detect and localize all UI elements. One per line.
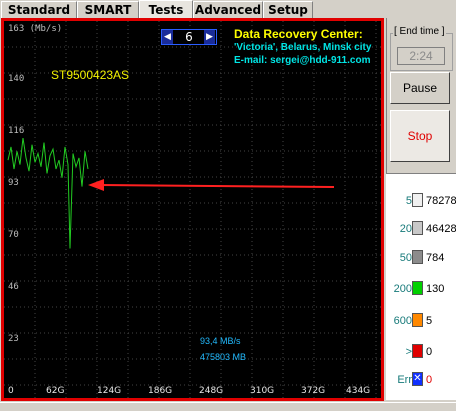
tab-setup[interactable]: Setup xyxy=(263,1,313,18)
block-stats-panel: 5 78278 20 46428 50 784 200 130 600 5 > … xyxy=(386,173,456,400)
y-label-93: 93 xyxy=(8,178,19,188)
spin-left-arrow-icon[interactable]: ◀ xyxy=(162,30,173,44)
tab-advanced[interactable]: Advanced xyxy=(193,1,263,18)
end-time-group: [ End time ] 2:24 xyxy=(390,26,453,71)
y-label-116: 116 xyxy=(8,126,25,136)
x-label-0: 0 xyxy=(8,386,14,396)
stat-label: 20 xyxy=(399,223,412,235)
stat-count: 0 xyxy=(426,346,433,358)
x-label-62g: 62G xyxy=(46,386,65,396)
x-label-310g: 310G xyxy=(250,386,275,396)
speed-graph: 163 (Mb/s) 140 116 93 70 46 23 0 62G 124… xyxy=(1,18,384,401)
spin-right-arrow-icon[interactable]: ▶ xyxy=(204,30,215,44)
stat-color-swatch xyxy=(412,281,423,295)
stat-color-swatch xyxy=(412,250,423,264)
stat-count: 78278 xyxy=(426,195,456,207)
y-axis-top-label: 163 (Mb/s) xyxy=(8,24,63,34)
stat-count: 130 xyxy=(426,283,445,295)
current-position: 475803 MB xyxy=(200,352,247,362)
stat-count: 784 xyxy=(426,252,445,264)
tab-tests[interactable]: Tests xyxy=(139,0,193,19)
y-label-23: 23 xyxy=(8,334,19,344)
speed-trace xyxy=(7,138,89,249)
red-arrow-line xyxy=(99,184,335,188)
stat-label: 600 xyxy=(393,315,412,327)
stat-count: 46428 xyxy=(426,223,456,235)
x-label-434g: 434G xyxy=(346,386,371,396)
tab-smart[interactable]: SMART xyxy=(77,1,139,18)
drive-model: ST9500423AS xyxy=(51,68,130,82)
speed-scale-spinner[interactable]: ◀ 6 ▶ xyxy=(161,29,217,45)
tab-bar: Standard SMART Tests Advanced Setup xyxy=(0,0,456,20)
drc-location: 'Victoria', Belarus, Minsk city xyxy=(234,42,372,53)
red-arrow-head xyxy=(88,179,104,191)
drc-title: Data Recovery Center: xyxy=(234,27,363,41)
y-label-70: 70 xyxy=(8,230,19,240)
stat-count: 5 xyxy=(426,315,433,327)
error-x-icon: ✕ xyxy=(412,372,423,386)
stat-row-5: 5 78278 xyxy=(386,192,456,210)
stat-color-swatch xyxy=(412,313,423,327)
stat-row-50: 50 784 xyxy=(386,249,456,267)
x-label-248g: 248G xyxy=(199,386,224,396)
stat-label: Err xyxy=(397,374,412,386)
x-label-372g: 372G xyxy=(301,386,326,396)
stat-color-swatch xyxy=(412,344,423,358)
tab-standard[interactable]: Standard xyxy=(1,1,77,18)
stat-row-err: Err ✕ 0 xyxy=(386,371,456,389)
y-label-46: 46 xyxy=(8,282,19,292)
stat-count: 0 xyxy=(426,374,433,386)
panel-separator xyxy=(386,18,387,178)
stat-row-200: 200 130 xyxy=(386,280,456,298)
stat-row-600: 600 5 xyxy=(386,312,456,330)
stat-row-20: 20 46428 xyxy=(386,220,456,238)
y-label-140: 140 xyxy=(8,74,25,84)
x-label-124g: 124G xyxy=(97,386,122,396)
x-label-186g: 186G xyxy=(148,386,173,396)
end-time-label: [ End time ] xyxy=(393,26,446,37)
spin-value: 6 xyxy=(185,30,193,44)
stat-color-swatch xyxy=(412,193,423,207)
current-speed: 93,4 MB/s xyxy=(200,336,241,346)
stat-label: 50 xyxy=(399,252,412,264)
end-time-field: 2:24 xyxy=(397,47,445,65)
drc-email: E-mail: sergei@hdd-911.com xyxy=(234,55,371,66)
pause-button[interactable]: Pause xyxy=(390,72,450,104)
stop-button[interactable]: Stop xyxy=(390,110,450,162)
stat-row-over: > 0 xyxy=(386,343,456,361)
stat-color-swatch xyxy=(412,221,423,235)
stat-label: 200 xyxy=(393,283,412,295)
